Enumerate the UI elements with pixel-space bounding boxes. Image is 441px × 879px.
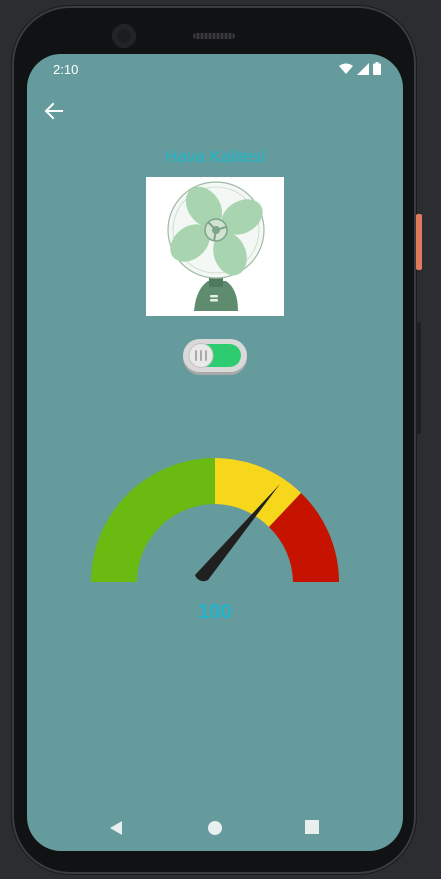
gauge-value: 100 [198,601,232,623]
front-camera [112,24,136,48]
volume-button [416,322,421,434]
gauge-segment-green [91,458,215,582]
battery-icon [373,62,381,75]
air-quality-gauge [91,458,339,582]
signal-icon [357,62,369,75]
power-button [416,214,422,270]
fan-toggle-switch[interactable] [182,338,248,376]
nav-home-icon[interactable] [207,820,223,836]
navigation-bar [27,814,403,842]
earpiece-speaker [193,33,235,39]
nav-back-icon[interactable] [109,820,123,836]
nav-recents-icon[interactable] [305,820,320,835]
status-bar: 2:10 [27,54,403,84]
status-icons [339,62,381,75]
arrow-left-icon[interactable] [43,100,65,122]
status-time: 2:10 [53,62,79,77]
page-title: Hava Kalitesi [165,147,265,166]
table-fan-image [146,177,284,316]
app-screen: 2:10 Hava Kalitesi 100 [27,54,403,851]
wifi-icon [339,63,353,74]
